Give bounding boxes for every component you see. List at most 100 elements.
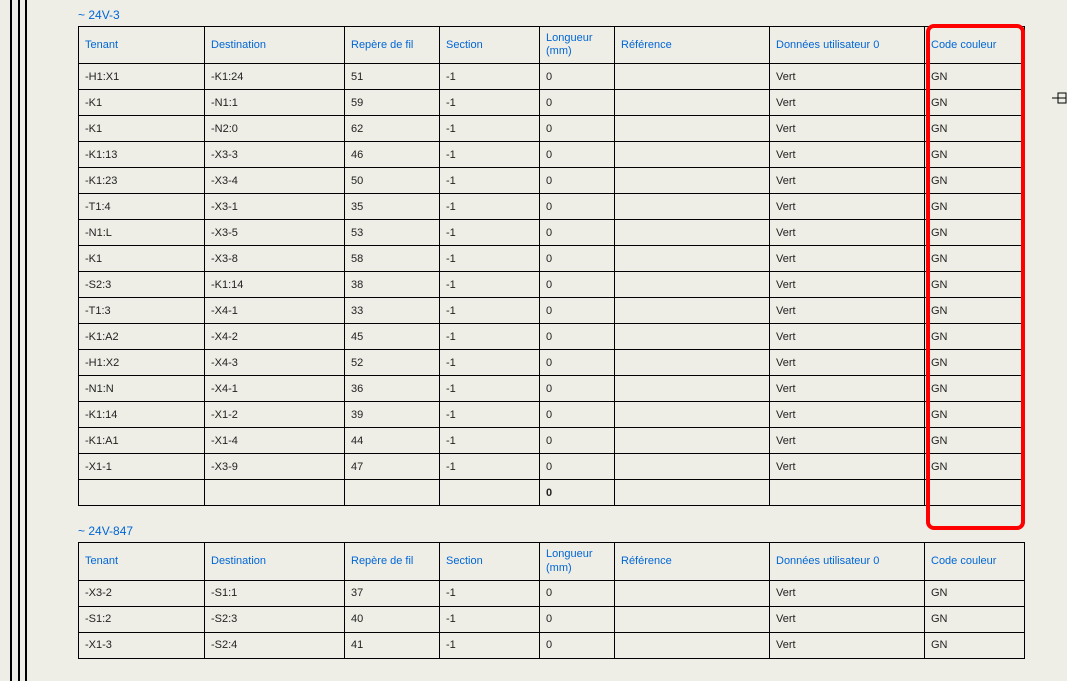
table-row: -S1:2-S2:340-10VertGN — [79, 606, 1025, 632]
cell-rep: 38 — [345, 272, 440, 298]
cell-tenant: -K1:A2 — [79, 324, 205, 350]
cell-code: GN — [925, 428, 1025, 454]
cell-tenant: -X1-3 — [79, 632, 205, 658]
cell-ref — [615, 64, 770, 90]
cell-tenant: -K1 — [79, 116, 205, 142]
cell-sec: -1 — [440, 116, 540, 142]
cell-u0: Vert — [770, 90, 925, 116]
cell-ref — [615, 298, 770, 324]
cell-u0: Vert — [770, 168, 925, 194]
cell-long: 0 — [540, 580, 615, 606]
cell-ref — [615, 168, 770, 194]
cell-ref — [615, 376, 770, 402]
column-header: Référence — [615, 27, 770, 64]
cell-code: GN — [925, 376, 1025, 402]
cell-long: 0 — [540, 606, 615, 632]
table-row: -H1:X1-K1:2451-10VertGN — [79, 64, 1025, 90]
table-row: -K1:14-X1-239-10VertGN — [79, 402, 1025, 428]
cell-ref — [615, 220, 770, 246]
cell-sec: -1 — [440, 632, 540, 658]
cell-dest: -S2:4 — [205, 632, 345, 658]
cell-tenant: -X3-2 — [79, 580, 205, 606]
cell-long: 0 — [540, 480, 615, 506]
cell-long: 0 — [540, 402, 615, 428]
cell-ref — [615, 632, 770, 658]
cell-long: 0 — [540, 116, 615, 142]
cell-ref — [615, 324, 770, 350]
page-border-line — [18, 0, 20, 681]
cell-ref — [615, 246, 770, 272]
column-header: Référence — [615, 543, 770, 580]
table-row: -K1:23-X3-450-10VertGN — [79, 168, 1025, 194]
cell-code: GN — [925, 90, 1025, 116]
cell-code: GN — [925, 64, 1025, 90]
cell-dest: -X4-1 — [205, 298, 345, 324]
cell-tenant: -H1:X1 — [79, 64, 205, 90]
column-header: Code couleur — [925, 27, 1025, 64]
cell-u0: Vert — [770, 376, 925, 402]
wire-table: TenantDestinationRepère de filSectionLon… — [78, 26, 1025, 506]
cell-sec: -1 — [440, 606, 540, 632]
cell-dest: -X3-5 — [205, 220, 345, 246]
cell-rep: 36 — [345, 376, 440, 402]
cell-rep: 37 — [345, 580, 440, 606]
column-header: Section — [440, 543, 540, 580]
cell-u0: Vert — [770, 350, 925, 376]
cell-ref — [615, 480, 770, 506]
cell-rep: 53 — [345, 220, 440, 246]
cell-dest: -X1-4 — [205, 428, 345, 454]
page-border-line — [10, 0, 12, 681]
cell-sec: -1 — [440, 350, 540, 376]
cell-long: 0 — [540, 168, 615, 194]
column-header: Données utilisateur 0 — [770, 27, 925, 64]
cell-sec: -1 — [440, 402, 540, 428]
cell-long: 0 — [540, 142, 615, 168]
cell-long: 0 — [540, 298, 615, 324]
cell-code: GN — [925, 220, 1025, 246]
cell-rep: 47 — [345, 454, 440, 480]
cell-tenant: -K1:13 — [79, 142, 205, 168]
cell-sec: -1 — [440, 168, 540, 194]
cell-ref — [615, 142, 770, 168]
cell-u0: Vert — [770, 580, 925, 606]
cell-tenant: -K1 — [79, 246, 205, 272]
cell-long: 0 — [540, 246, 615, 272]
cell-tenant: -T1:4 — [79, 194, 205, 220]
cell-dest: -K1:24 — [205, 64, 345, 90]
cell-code: GN — [925, 350, 1025, 376]
cell-rep: 44 — [345, 428, 440, 454]
cell-rep: 40 — [345, 606, 440, 632]
column-header: Tenant — [79, 27, 205, 64]
wire-table: TenantDestinationRepère de filSectionLon… — [78, 542, 1025, 658]
cell-dest — [205, 480, 345, 506]
cell-u0: Vert — [770, 324, 925, 350]
cell-u0: Vert — [770, 428, 925, 454]
cell-sec: -1 — [440, 324, 540, 350]
table-row: -N1:L-X3-553-10VertGN — [79, 220, 1025, 246]
cell-rep: 33 — [345, 298, 440, 324]
cell-code: GN — [925, 168, 1025, 194]
cell-sec: -1 — [440, 272, 540, 298]
cell-long: 0 — [540, 350, 615, 376]
cell-code: GN — [925, 324, 1025, 350]
table-row: -N1:N-X4-136-10VertGN — [79, 376, 1025, 402]
table-row: -K1:13-X3-346-10VertGN — [79, 142, 1025, 168]
cell-u0: Vert — [770, 116, 925, 142]
cell-code: GN — [925, 272, 1025, 298]
cell-long: 0 — [540, 220, 615, 246]
cell-sec: -1 — [440, 246, 540, 272]
cell-u0: Vert — [770, 298, 925, 324]
cell-long: 0 — [540, 428, 615, 454]
cell-ref — [615, 402, 770, 428]
cell-sec: -1 — [440, 298, 540, 324]
page-border-line — [25, 0, 27, 681]
block-symbol — [1052, 90, 1067, 109]
cell-u0: Vert — [770, 402, 925, 428]
cell-dest: -K1:14 — [205, 272, 345, 298]
cell-rep: 39 — [345, 402, 440, 428]
cell-code: GN — [925, 580, 1025, 606]
cell-rep: 50 — [345, 168, 440, 194]
document-body: ~ 24V-3TenantDestinationRepère de filSec… — [78, 4, 1024, 673]
cell-ref — [615, 606, 770, 632]
cell-dest: -X4-2 — [205, 324, 345, 350]
